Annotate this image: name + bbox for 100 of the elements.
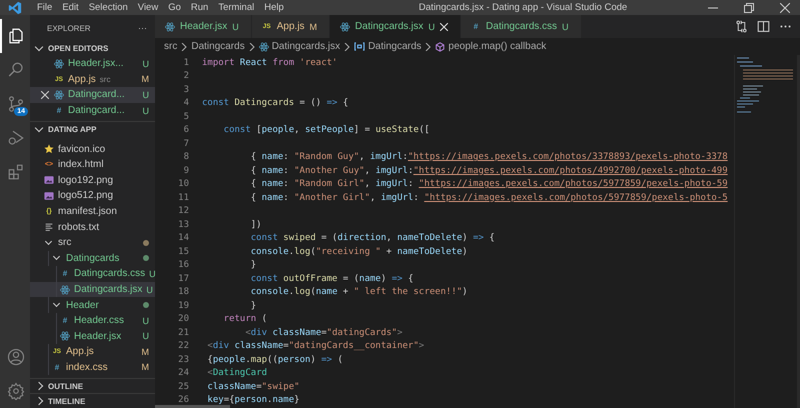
code-line: { name: "Random Guy", imgUrl:"https://images.pexels.com/photos/3378893/pexels-photo-3378	[250, 152, 728, 162]
breadcrumb-item[interactable]: people.map() callback	[435, 41, 546, 52]
code-line: { name: "Random Girl", imgUrl: "https://images.pexels.com/photos/5977859/pexels-photo-59	[250, 179, 728, 190]
entry-name: Header.jsx	[74, 330, 122, 342]
entry-name: logo192.png	[58, 174, 114, 186]
menu-item[interactable]: Go	[163, 2, 186, 13]
more-actions-button[interactable]: ···	[138, 23, 147, 33]
text-file-icon	[44, 222, 54, 232]
search-icon	[7, 61, 25, 79]
menu-item[interactable]: Edit	[57, 2, 84, 13]
menu-item[interactable]: Selection	[84, 2, 133, 13]
breadcrumb-item[interactable]: Datingcards	[191, 41, 245, 52]
account-icon[interactable]	[7, 348, 25, 366]
horizontal-scrollbar[interactable]	[155, 405, 230, 408]
line-number: 13	[177, 220, 189, 230]
tree-entry[interactable]: Datingcards.jsx U	[30, 282, 155, 298]
menu-item[interactable]: Help	[259, 2, 289, 13]
code-line: const [people, setPeople] = useState([	[222, 125, 430, 136]
tree-folder[interactable]: src	[30, 234, 155, 251]
file-type-icon: #	[52, 362, 62, 372]
entry-name: Datingcards.css	[74, 268, 146, 280]
window-title: Datingcards.jsx - Dating app - Visual Studio Code	[418, 2, 628, 13]
line-number: 6	[182, 125, 189, 136]
line-number: 24	[177, 368, 189, 378]
react-icon	[60, 284, 70, 295]
tree-entry[interactable]: # Datingcards.css U	[30, 266, 155, 282]
entry-name: Header.css	[74, 315, 124, 326]
git-status: M	[142, 362, 149, 372]
editor-tab[interactable]: Header.jsx U	[155, 15, 252, 38]
folder-name: src	[58, 237, 72, 248]
menu-item[interactable]: File	[32, 2, 58, 13]
file-type-icon: #	[60, 269, 70, 278]
file-type-icon: #	[60, 316, 70, 326]
section-header[interactable]: OPEN EDITORS	[30, 41, 155, 56]
file-name: Datingcard...	[68, 89, 125, 100]
code-line: {people.map((person) => (	[206, 354, 343, 365]
line-number: 17	[177, 274, 189, 284]
close-icon[interactable]	[780, 2, 790, 12]
tree-entry[interactable]: favicon.ico	[30, 141, 155, 157]
line-number: 1	[182, 58, 189, 68]
git-status: U	[142, 316, 149, 326]
split-editor-icon[interactable]	[757, 20, 770, 33]
line-number: 2	[182, 71, 189, 82]
app-logo-icon	[8, 0, 22, 14]
open-editor-item[interactable]: Header.jsx... U	[30, 56, 155, 72]
editor-tab[interactable]: Datingcards.jsx U	[330, 15, 461, 38]
code-line: console.log(name + " left the screen!!")	[250, 287, 468, 298]
breadcrumb-item[interactable]: Datingcards	[354, 41, 422, 52]
entry-name: App.js	[66, 346, 94, 358]
compare-changes-icon[interactable]	[735, 20, 748, 33]
line-number: 11	[177, 192, 189, 203]
line-number: 12	[177, 206, 189, 216]
chevron-icon	[248, 42, 255, 50]
folder-name: Datingcards	[66, 252, 120, 264]
run-debug-icon	[7, 129, 25, 147]
line-number: 26	[177, 395, 189, 406]
open-editor-item[interactable]: # Datingcard... U	[30, 102, 155, 118]
open-editor-item[interactable]: Datingcard... U	[30, 87, 155, 103]
git-status: M	[142, 346, 149, 357]
menu-item[interactable]: Terminal	[213, 2, 260, 13]
editor-tab[interactable]: # Datingcards.css U	[460, 15, 582, 38]
line-number: 23	[177, 354, 189, 365]
breadcrumb-item[interactable]: src	[164, 41, 178, 52]
git-status: M	[142, 74, 149, 84]
code-line: <div className="datingCards__container">	[206, 341, 424, 352]
line-number: 18	[177, 287, 189, 298]
code-line: }	[250, 300, 256, 311]
tree-folder[interactable]: Header	[30, 297, 155, 313]
code-line: console.log("receiving " + nameToDelete)	[250, 246, 468, 257]
line-number: 14	[177, 233, 189, 244]
line-number: 8	[182, 152, 189, 162]
tree-entry[interactable]: # index.css M	[30, 360, 155, 376]
close-icon[interactable]	[440, 22, 448, 30]
line-number: 10	[177, 179, 189, 190]
chevron-icon	[344, 42, 350, 50]
tree-entry[interactable]: logo512.png	[30, 188, 155, 204]
tree-folder[interactable]: Datingcards	[30, 250, 155, 266]
restore-icon[interactable]	[744, 2, 754, 12]
entry-name: favicon.ico	[58, 144, 106, 155]
file-type-icon: #	[54, 106, 64, 116]
tree-entry[interactable]: logo192.png	[30, 172, 155, 188]
line-number: 25	[177, 382, 189, 392]
entry-name: index.css	[66, 362, 108, 373]
entry-name: manifest.json	[58, 206, 117, 218]
menu-item[interactable]: Run	[186, 2, 214, 13]
react-icon	[340, 22, 350, 32]
image-icon	[44, 190, 54, 201]
line-number: 3	[182, 84, 189, 95]
breadcrumb-item[interactable]: Datingcards.jsx	[258, 41, 340, 52]
code-line: ])	[250, 220, 262, 230]
code-line: return (	[222, 314, 268, 324]
settings-icon[interactable]	[7, 382, 25, 400]
tree-entry[interactable]: Header.jsx U	[30, 328, 155, 344]
tree-entry[interactable]: # Header.css U	[30, 312, 155, 328]
line-number: 22	[177, 341, 189, 352]
tree-entry[interactable]: robots.txt	[30, 219, 155, 235]
close-icon[interactable]	[41, 90, 49, 99]
menu-item[interactable]: View	[132, 2, 164, 13]
git-status: U	[142, 106, 149, 116]
star-icon	[44, 144, 54, 154]
